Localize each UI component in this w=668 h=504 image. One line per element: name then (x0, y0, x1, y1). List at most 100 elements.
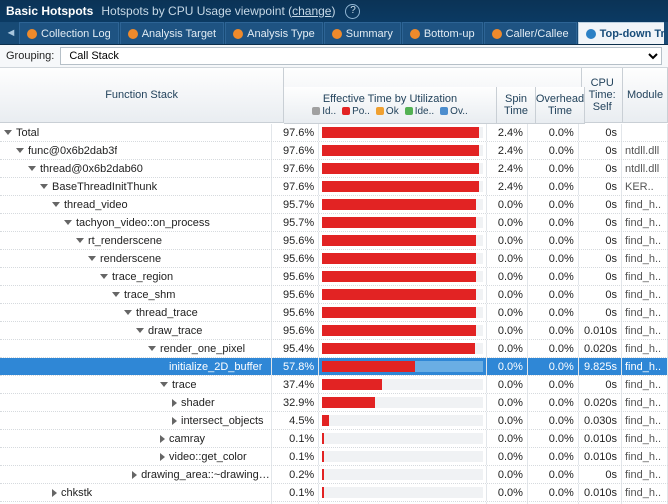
table-row[interactable]: camray0.1%0.0%0.0%0.010sfind_h.. (0, 430, 668, 448)
table-row[interactable]: intersect_objects4.5%0.0%0.0%0.030sfind_… (0, 412, 668, 430)
cell-effective-value: 32.9% (272, 394, 319, 411)
cell-self: 0.010s (579, 484, 622, 501)
table-row[interactable]: trace_region95.6%0.0%0.0%0sfind_h.. (0, 268, 668, 286)
table-row[interactable]: draw_trace95.6%0.0%0.0%0.010sfind_h.. (0, 322, 668, 340)
expand-icon[interactable] (160, 435, 165, 443)
tab-bottom-up[interactable]: Bottom-up (402, 22, 483, 44)
cell-effective-value: 95.6% (272, 232, 319, 249)
function-name: trace (172, 379, 196, 391)
tab-top-down-tree[interactable]: Top-down Tree (578, 22, 664, 44)
table-row[interactable]: func@0x6b2dab3f97.6%2.4%0.0%0sntdll.dll (0, 142, 668, 160)
expand-icon[interactable] (160, 453, 165, 461)
header-effective[interactable]: Effective Time by Utilization Id..Po..Ok… (284, 87, 497, 124)
cell-overhead: 0.0% (528, 286, 579, 303)
tab-icon (233, 29, 243, 39)
table-row[interactable]: thread_video95.7%0.0%0.0%0sfind_h.. (0, 196, 668, 214)
collapse-icon[interactable] (100, 274, 108, 279)
cell-effective-bar (319, 340, 486, 357)
cell-effective-value: 95.4% (272, 340, 319, 357)
collapse-icon[interactable] (76, 238, 84, 243)
header-spin[interactable]: Spin Time (497, 87, 536, 124)
cell-effective-bar (319, 142, 486, 159)
cell-effective-value: 4.5% (272, 412, 319, 429)
help-icon[interactable]: ? (345, 4, 360, 19)
function-name: thread@0x6b2dab60 (40, 163, 143, 175)
collapse-icon[interactable] (40, 184, 48, 189)
collapse-icon[interactable] (136, 328, 144, 333)
cell-effective-bar (319, 160, 486, 177)
legend-item: Ov.. (440, 106, 468, 117)
collapse-icon[interactable] (4, 130, 12, 135)
header-overhead[interactable]: Overhead Time (536, 87, 585, 124)
table-body[interactable]: Total97.6%2.4%0.0%0sfunc@0x6b2dab3f97.6%… (0, 124, 668, 504)
collapse-icon[interactable] (64, 220, 72, 225)
collapse-icon[interactable] (28, 166, 36, 171)
function-name: BaseThreadInitThunk (52, 181, 157, 193)
table-row[interactable]: rt_renderscene95.6%0.0%0.0%0sfind_h.. (0, 232, 668, 250)
expand-icon[interactable] (132, 471, 137, 479)
cell-spin: 0.0% (487, 448, 528, 465)
table-row[interactable]: drawing_area::~drawing_area0.2%0.0%0.0%0… (0, 466, 668, 484)
cell-effective-value: 95.6% (272, 322, 319, 339)
table-row[interactable]: chkstk0.1%0.0%0.0%0.010sfind_h.. (0, 484, 668, 502)
collapse-icon[interactable] (112, 292, 120, 297)
tab-analysis-type[interactable]: Analysis Type (225, 22, 323, 44)
cell-overhead: 0.0% (528, 412, 579, 429)
function-name: intersect_objects (181, 415, 264, 427)
cell-module: ntdll.dll (622, 142, 668, 159)
cell-self: 0s (579, 142, 622, 159)
cell-spin: 0.0% (487, 250, 528, 267)
tab-label: Caller/Callee (506, 28, 569, 40)
collapse-icon[interactable] (148, 346, 156, 351)
table-row[interactable]: renderscene95.6%0.0%0.0%0sfind_h.. (0, 250, 668, 268)
collapse-icon[interactable] (160, 382, 168, 387)
collapse-icon[interactable] (88, 256, 96, 261)
cell-function: camray (0, 430, 272, 447)
cell-effective-value: 95.6% (272, 268, 319, 285)
cell-module: find_h.. (622, 214, 668, 231)
collapse-icon[interactable] (16, 148, 24, 153)
collapse-icon[interactable] (52, 202, 60, 207)
table-row[interactable]: thread@0x6b2dab6097.6%2.4%0.0%0sntdll.dl… (0, 160, 668, 178)
function-name: shader (181, 397, 215, 409)
table-row[interactable]: video::get_color0.1%0.0%0.0%0.010sfind_h… (0, 448, 668, 466)
table-row[interactable]: shader32.9%0.0%0.0%0.020sfind_h.. (0, 394, 668, 412)
table-row[interactable]: trace_shm95.6%0.0%0.0%0sfind_h.. (0, 286, 668, 304)
cell-self: 0.010s (579, 430, 622, 447)
function-name: draw_trace (148, 325, 202, 337)
tab-caller-callee[interactable]: Caller/Callee (484, 22, 577, 44)
cell-effective-value: 37.4% (272, 376, 319, 393)
grouping-select[interactable]: Call Stack (60, 47, 662, 65)
tab-analysis-target[interactable]: Analysis Target (120, 22, 224, 44)
cell-module: find_h.. (622, 394, 668, 411)
tab-summary[interactable]: Summary (324, 22, 401, 44)
cell-function: render_one_pixel (0, 340, 272, 357)
cell-self: 0s (579, 214, 622, 231)
cell-overhead: 0.0% (528, 196, 579, 213)
cell-module: find_h.. (622, 484, 668, 501)
table-row[interactable]: thread_trace95.6%0.0%0.0%0sfind_h.. (0, 304, 668, 322)
cell-overhead: 0.0% (528, 322, 579, 339)
tab-label: Top-down Tree (600, 28, 664, 40)
table-row[interactable]: BaseThreadInitThunk97.6%2.4%0.0%0sKER.. (0, 178, 668, 196)
cell-function: video::get_color (0, 448, 272, 465)
change-link[interactable]: change (292, 4, 331, 18)
collapse-icon[interactable] (124, 310, 132, 315)
cell-function: Total (0, 124, 272, 141)
table-row[interactable]: Total97.6%2.4%0.0%0s (0, 124, 668, 142)
table-row[interactable]: trace37.4%0.0%0.0%0sfind_h.. (0, 376, 668, 394)
cell-function: BaseThreadInitThunk (0, 178, 272, 195)
legend-text: Id.. (322, 106, 336, 117)
expand-icon[interactable] (172, 417, 177, 425)
tab-scroll-left-icon[interactable]: ◄ (4, 22, 18, 44)
cell-module: KER.. (622, 178, 668, 195)
cell-effective-bar (319, 304, 486, 321)
cell-function: shader (0, 394, 272, 411)
table-row[interactable]: tachyon_video::on_process95.7%0.0%0.0%0s… (0, 214, 668, 232)
cell-overhead: 0.0% (528, 340, 579, 357)
table-row[interactable]: initialize_2D_buffer57.8%0.0%0.0%9.825sf… (0, 358, 668, 376)
tab-collection-log[interactable]: Collection Log (19, 22, 119, 44)
expand-icon[interactable] (172, 399, 177, 407)
expand-icon[interactable] (52, 489, 57, 497)
table-row[interactable]: render_one_pixel95.4%0.0%0.0%0.020sfind_… (0, 340, 668, 358)
